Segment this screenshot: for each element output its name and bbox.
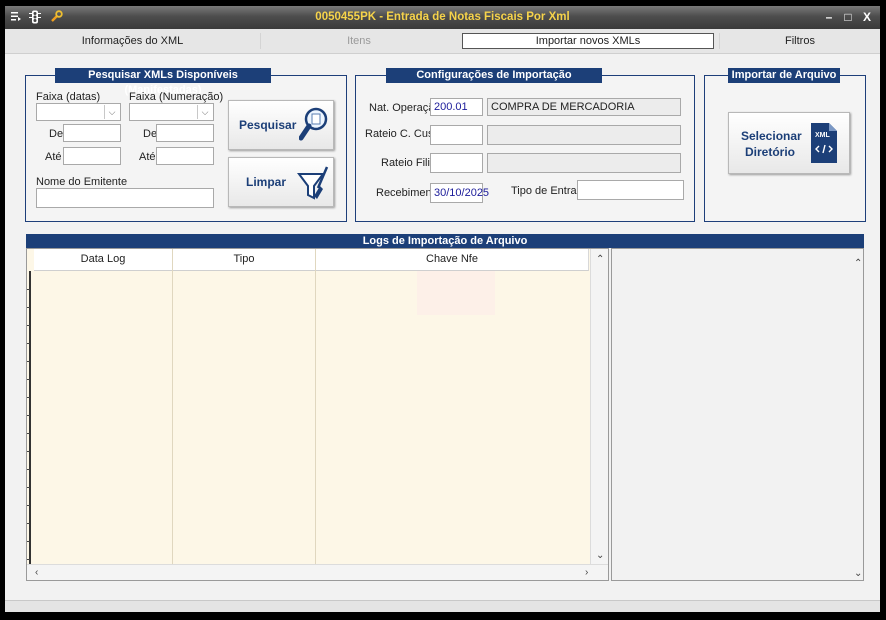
title-bar: 0050455PK - Entrada de Notas Fiscais Por…: [5, 6, 880, 29]
maximize-button[interactable]: □: [841, 10, 855, 24]
column-divider: [172, 249, 173, 564]
row-marker: [27, 469, 30, 470]
row-marker: [27, 451, 30, 452]
faixa-numeracao-select[interactable]: ⌵: [129, 103, 214, 121]
de-label: De: [49, 128, 64, 140]
numero-ate-input[interactable]: [156, 147, 214, 165]
row-marker: [27, 523, 30, 524]
magnifier-icon: [298, 106, 329, 147]
tab-itens[interactable]: Itens: [261, 33, 457, 49]
row-marker: [27, 559, 30, 560]
detail-panel: ⌃ ⌄: [611, 248, 864, 581]
row-marker: [27, 361, 30, 362]
main-window: 0050455PK - Entrada de Notas Fiscais Por…: [5, 6, 880, 612]
logs-grid[interactable]: Data Log Tipo Chave Nfe ⌃ ⌄ ‹ ›: [26, 248, 609, 581]
row-marker: [27, 397, 30, 398]
tipo-entrada-input[interactable]: [577, 180, 684, 200]
chevron-down-icon[interactable]: ⌵: [197, 105, 212, 119]
highlight-cell: [417, 271, 495, 315]
logs-title: Logs de Importação de Arquivo: [26, 234, 864, 248]
horizontal-scrollbar[interactable]: ‹ ›: [27, 564, 608, 580]
nat-operacao-desc-field: COMPRA DE MERCADORIA: [487, 98, 681, 116]
row-marker: [27, 505, 30, 506]
scroll-right-icon[interactable]: ›: [585, 568, 588, 578]
scroll-left-icon[interactable]: ‹: [35, 568, 38, 578]
vertical-scrollbar[interactable]: ⌃ ⌄: [590, 249, 608, 564]
recebimento-date-input[interactable]: 30/10/2025: [430, 183, 489, 203]
faixa-datas-select[interactable]: ⌵: [36, 103, 121, 121]
tab-filtros[interactable]: Filtros: [720, 33, 880, 49]
row-indicator-column: [29, 271, 35, 578]
tab-importar-novos-xmls[interactable]: Importar novos XMLs: [462, 33, 714, 49]
tab-bar: Informações do XML Itens Importar novos …: [5, 29, 880, 54]
scroll-up-icon[interactable]: ⌃: [854, 259, 862, 269]
diretorio-label: Diretório: [745, 145, 796, 159]
row-marker: [27, 379, 30, 380]
data-de-input[interactable]: [63, 124, 121, 142]
ate-label: Até: [139, 151, 156, 163]
rateio-custo-input[interactable]: [430, 125, 483, 145]
window-title: 0050455PK - Entrada de Notas Fiscais Por…: [315, 11, 570, 23]
selecionar-diretorio-button[interactable]: Selecionar Diretório XML: [728, 112, 850, 174]
scroll-up-icon[interactable]: ⌃: [596, 255, 604, 265]
pesquisar-button[interactable]: Pesquisar: [228, 100, 334, 150]
faixa-numeracao-label: Faixa (Numeração): [129, 91, 224, 103]
nat-operacao-code-input[interactable]: 200.01: [430, 98, 483, 116]
nome-emitente-label: Nome do Emitente: [36, 176, 128, 188]
rateio-custo-desc-field: [487, 125, 681, 145]
column-header-tipo[interactable]: Tipo: [173, 249, 316, 271]
minimize-button[interactable]: –: [822, 10, 836, 24]
row-marker: [27, 541, 30, 542]
tab-informacoes-xml[interactable]: Informações do XML: [5, 33, 260, 49]
row-marker: [27, 415, 30, 416]
search-group-title: Pesquisar XMLs Disponíveis (Manifestadas…: [55, 68, 271, 96]
row-marker: [27, 289, 30, 290]
nome-emitente-input[interactable]: [36, 188, 214, 208]
row-marker: [27, 487, 30, 488]
chevron-down-icon[interactable]: ⌵: [104, 105, 119, 119]
column-header-data-log[interactable]: Data Log: [34, 249, 173, 271]
row-marker: [27, 433, 30, 434]
numero-de-input[interactable]: [156, 124, 214, 142]
scroll-down-icon[interactable]: ⌄: [854, 569, 862, 579]
clear-filter-icon: [296, 162, 330, 205]
row-marker: [27, 325, 30, 326]
limpar-button[interactable]: Limpar: [228, 157, 334, 207]
de-label: De: [143, 128, 158, 140]
xml-file-icon: XML: [809, 121, 839, 165]
xml-badge-label: XML: [815, 132, 830, 139]
row-marker: [27, 307, 30, 308]
config-group-title: Configurações de Importação: [386, 68, 602, 83]
rateio-filial-desc-field: [487, 153, 681, 173]
scroll-down-icon[interactable]: ⌄: [596, 551, 604, 561]
column-header-chave-nfe[interactable]: Chave Nfe: [316, 249, 589, 271]
data-ate-input[interactable]: [63, 147, 121, 165]
status-bar: [5, 600, 880, 612]
selecionar-label: Selecionar: [741, 129, 802, 143]
limpar-button-label: Limpar: [246, 175, 287, 189]
faixa-datas-label: Faixa (datas): [36, 91, 101, 103]
close-button[interactable]: X: [860, 10, 874, 24]
rateio-filial-input[interactable]: [430, 153, 483, 173]
row-marker: [27, 343, 30, 344]
import-group-title: Importar de Arquivo: [728, 68, 840, 83]
pesquisar-button-label: Pesquisar: [239, 118, 297, 132]
column-divider: [315, 249, 316, 564]
ate-label: Até: [45, 151, 62, 163]
